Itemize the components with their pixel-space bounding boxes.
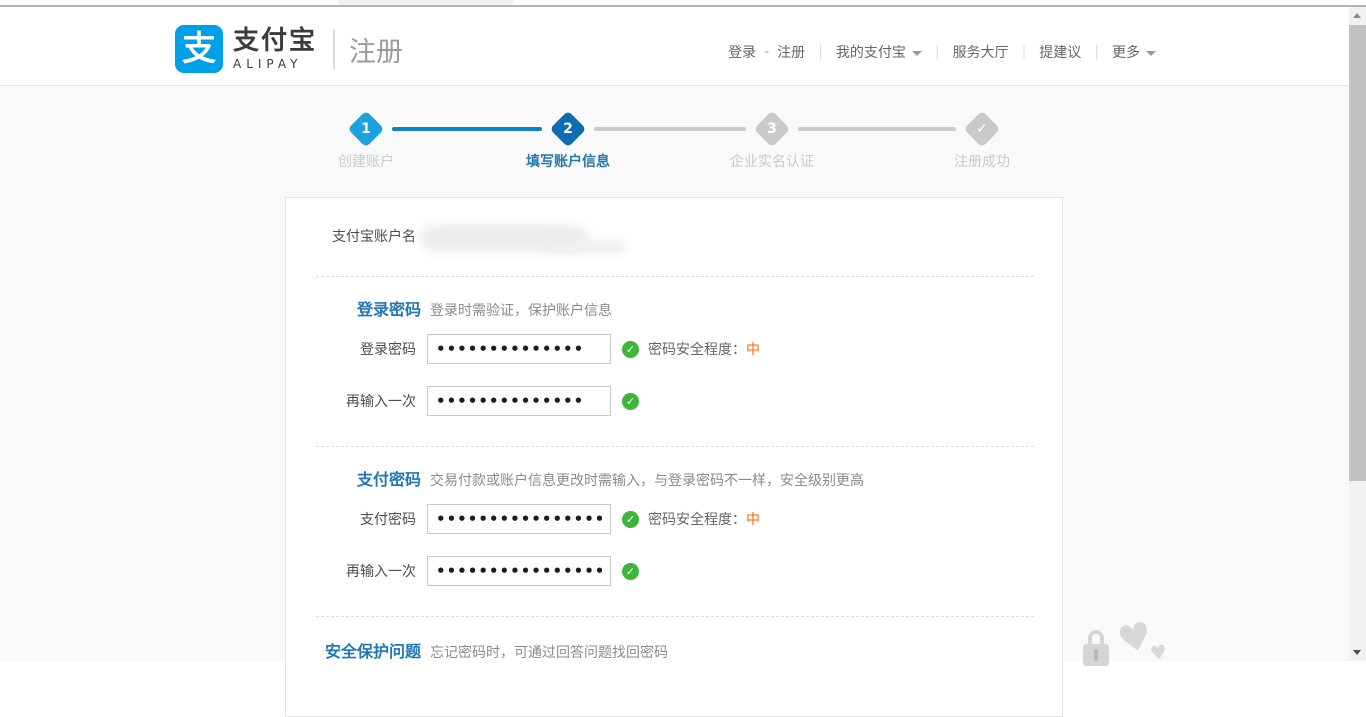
login-password-section-header: 登录密码 登录时需验证，保护账户信息: [286, 296, 612, 320]
registration-form-card: 支付宝账户名 登录密码 登录时需验证，保护账户信息 登录密码 ✓ 密码安全程度：…: [285, 197, 1063, 717]
pay-password-confirm-row: 再输入一次 ✓: [286, 556, 639, 586]
pay-password-section-desc: 交易付款或账户信息更改时需输入，与登录密码不一样，安全级别更高: [430, 470, 864, 490]
brand-block: 支 支付宝 ALIPAY 注册: [175, 25, 403, 73]
pay-password-section-header: 支付密码 交易付款或账户信息更改时需输入，与登录密码不一样，安全级别更高: [286, 466, 864, 490]
step-3-marker: 3: [754, 111, 791, 148]
nav-login-link[interactable]: 登录: [728, 42, 756, 62]
login-password-confirm-row: 再输入一次 ✓: [286, 386, 639, 416]
nav-more-label: 更多: [1112, 45, 1140, 61]
brand-names: 支付宝 ALIPAY: [233, 28, 317, 71]
login-password-confirm-input[interactable]: [427, 386, 611, 416]
step-2-number: 2: [555, 116, 581, 142]
step-1-number: 1: [353, 116, 379, 142]
nav-separator: |: [1022, 44, 1027, 60]
pay-password-label: 支付密码: [286, 509, 416, 529]
password-strength-value: 中: [746, 342, 760, 358]
step-connector: [594, 127, 746, 131]
nav-my-alipay-label: 我的支付宝: [836, 45, 906, 61]
check-icon: ✓: [622, 341, 639, 358]
password-strength-text: 密码安全程度：中: [648, 509, 760, 529]
scrollbar-thumb[interactable]: [1349, 25, 1366, 481]
password-strength-text: 密码安全程度：中: [648, 339, 760, 359]
account-name-row: 支付宝账户名: [286, 226, 416, 246]
brand-divider: [333, 29, 335, 69]
check-icon: ✓: [622, 563, 639, 580]
login-password-label: 登录密码: [286, 339, 416, 359]
step-2-label: 填写账户信息: [526, 151, 610, 171]
chevron-down-icon: [912, 51, 922, 56]
login-password-section-desc: 登录时需验证，保护账户信息: [430, 300, 612, 320]
scrollbar-down-arrow-icon[interactable]: [1349, 644, 1366, 660]
nav-dash: -: [764, 44, 769, 60]
step-4-marker: ✓: [964, 111, 1001, 148]
security-question-section-header: 安全保护问题 忘记密码时，可通过回答问题找回密码: [286, 638, 668, 662]
step-4-label: 注册成功: [954, 151, 1010, 171]
login-password-confirm-label: 再输入一次: [286, 391, 416, 411]
pay-password-confirm-label: 再输入一次: [286, 561, 416, 581]
lock-keyhole: [1094, 649, 1098, 661]
section-divider: [316, 276, 1034, 277]
nav-register-link[interactable]: 注册: [777, 42, 805, 62]
check-icon: ✓: [622, 511, 639, 528]
chevron-down-icon: [1146, 51, 1156, 56]
account-name-label: 支付宝账户名: [286, 226, 416, 246]
nav-suggestion-link[interactable]: 提建议: [1039, 42, 1081, 62]
step-4-check-icon: ✓: [969, 116, 995, 142]
pay-password-input[interactable]: [427, 504, 611, 534]
login-password-input[interactable]: [427, 334, 611, 364]
pay-password-confirm-input[interactable]: [427, 556, 611, 586]
lock-shackle: [1088, 630, 1104, 645]
heart-icon: ♥: [1149, 641, 1169, 665]
pay-password-row: 支付密码 ✓ 密码安全程度：中: [286, 504, 760, 534]
password-strength-label: 密码安全程度：: [648, 512, 746, 528]
security-question-section-title: 安全保护问题: [286, 638, 421, 662]
lock-body: [1083, 644, 1109, 666]
step-connector: [798, 127, 956, 131]
nav-separator: |: [1094, 44, 1099, 60]
brand-name-cn: 支付宝: [233, 28, 317, 54]
section-divider: [316, 616, 1034, 617]
section-divider: [316, 446, 1034, 447]
nav-service-hall-link[interactable]: 服务大厅: [953, 42, 1009, 62]
step-1-marker: 1: [348, 111, 385, 148]
step-2-marker: 2: [550, 111, 587, 148]
password-strength-label: 密码安全程度：: [648, 342, 746, 358]
alipay-logo-icon[interactable]: 支: [175, 25, 223, 73]
scrollbar-up-arrow-icon[interactable]: [1349, 7, 1366, 24]
step-3-number: 3: [759, 116, 785, 142]
step-3-label: 企业实名认证: [730, 151, 814, 171]
nav-separator: |: [818, 44, 823, 60]
brand-name-en: ALIPAY: [233, 57, 317, 71]
account-name-redacted: [536, 240, 626, 254]
login-password-section-title: 登录密码: [286, 296, 421, 320]
nav-separator: |: [935, 44, 940, 60]
step-1-label: 创建账户: [338, 151, 394, 171]
security-question-section-desc: 忘记密码时，可通过回答问题找回密码: [430, 642, 668, 662]
vertical-scrollbar[interactable]: [1349, 7, 1366, 661]
top-nav: 登录 - 注册 | 我的支付宝 | 服务大厅 | 提建议 | 更多: [728, 42, 1156, 62]
page-header: 支 支付宝 ALIPAY 注册 登录 - 注册 | 我的支付宝 | 服务大厅 |…: [0, 7, 1366, 86]
check-icon: ✓: [622, 393, 639, 410]
login-password-row: 登录密码 ✓ 密码安全程度：中: [286, 334, 760, 364]
nav-more-link[interactable]: 更多: [1112, 42, 1156, 62]
step-connector-active: [392, 127, 542, 131]
nav-my-alipay-link[interactable]: 我的支付宝: [836, 42, 922, 62]
page-title: 注册: [349, 30, 403, 69]
password-strength-value: 中: [746, 512, 760, 528]
pay-password-section-title: 支付密码: [286, 466, 421, 490]
